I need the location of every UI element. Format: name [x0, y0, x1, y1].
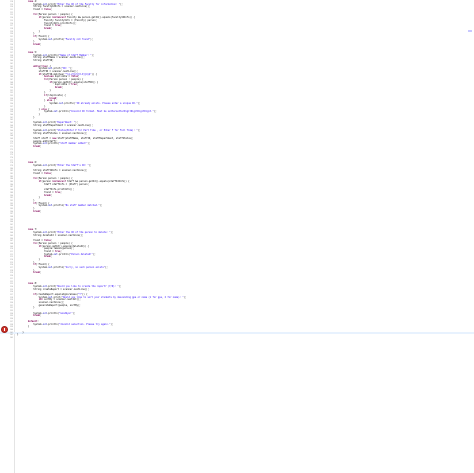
code-area[interactable]: 118 case 4: 119 System.out.print("Enter t… — [0, 0, 474, 340]
line-number: 243 — [9, 336, 13, 339]
error-marker-icon[interactable] — [1, 325, 8, 333]
code-editor[interactable]: 118 case 4: 119 System.out.print("Enter t… — [0, 0, 474, 473]
overview-ruler-marker — [468, 30, 472, 32]
code-line[interactable]: 243 — [0, 337, 474, 340]
